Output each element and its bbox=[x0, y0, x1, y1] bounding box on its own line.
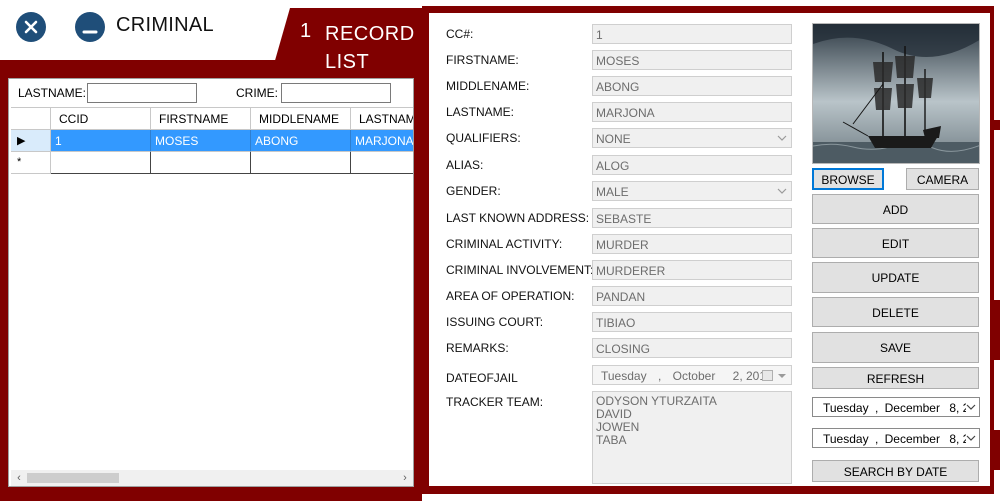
qualifiers-value: NONE bbox=[596, 132, 631, 146]
address-label: LAST KNOWN ADDRESS: bbox=[446, 211, 590, 225]
date-from-day: Tuesday bbox=[823, 401, 869, 415]
detail-form: CC#: 1 FIRSTNAME: MOSES MIDDLENAME: ABON… bbox=[429, 13, 990, 486]
qualifiers-select[interactable]: NONE bbox=[592, 128, 792, 148]
cell-middlename[interactable]: ABONG bbox=[251, 130, 351, 152]
date-to-month: December bbox=[884, 432, 940, 446]
gender-value: MALE bbox=[596, 185, 629, 199]
lastname-filter-input[interactable] bbox=[87, 83, 197, 103]
chevron-down-icon bbox=[777, 135, 787, 141]
dateofjail-label: DATEOFJAIL bbox=[446, 371, 518, 385]
qualifiers-label: QUALIFIERS: bbox=[446, 131, 521, 145]
tracker-line: TABA bbox=[596, 433, 627, 447]
table-row[interactable]: ▶ 1 MOSES ABONG MARJONA bbox=[11, 130, 413, 152]
activity-field[interactable]: MURDER bbox=[592, 234, 792, 254]
dateofjail-month: October bbox=[672, 369, 716, 383]
minimize-icon bbox=[82, 30, 98, 34]
scroll-left-icon[interactable]: ‹ bbox=[12, 471, 26, 485]
record-list-panel: LASTNAME: CRIME: CCID FIRSTNAME MIDDLENA… bbox=[0, 60, 422, 501]
column-header-firstname[interactable]: FIRSTNAME bbox=[151, 108, 251, 130]
new-cell-middlename[interactable] bbox=[251, 152, 351, 174]
new-row[interactable]: * bbox=[11, 152, 413, 174]
chevron-down-icon bbox=[778, 374, 786, 378]
dateofjail-day: Tuesday bbox=[601, 369, 647, 383]
close-button[interactable] bbox=[16, 12, 46, 42]
delete-button[interactable]: DELETE bbox=[812, 297, 979, 327]
date-to-picker[interactable]: Tuesday , December 8, 20 bbox=[812, 428, 980, 448]
chevron-down-icon bbox=[777, 188, 787, 194]
record-list-title: RECORD LIST bbox=[325, 23, 415, 73]
horizontal-scrollbar[interactable]: ‹ › bbox=[11, 470, 413, 486]
edit-button[interactable]: EDIT bbox=[812, 228, 979, 258]
dateofjail-picker[interactable]: Tuesday , October 2, 2018 bbox=[592, 365, 792, 385]
cell-firstname[interactable]: MOSES bbox=[151, 130, 251, 152]
background-window-edge bbox=[994, 0, 1000, 501]
ship-photo bbox=[813, 24, 979, 163]
firstname-field[interactable]: MOSES bbox=[592, 50, 792, 70]
chevron-down-icon bbox=[966, 433, 976, 443]
column-header-lastname[interactable]: LASTNAME bbox=[351, 108, 413, 130]
minimize-button[interactable] bbox=[75, 12, 105, 42]
date-to-day: Tuesday bbox=[823, 432, 869, 446]
camera-button[interactable]: CAMERA bbox=[906, 168, 979, 190]
new-cell-firstname[interactable] bbox=[151, 152, 251, 174]
grid-corner-cell bbox=[11, 108, 51, 130]
scroll-right-icon[interactable]: › bbox=[398, 471, 412, 485]
firstname-label: FIRSTNAME: bbox=[446, 53, 519, 67]
area-field[interactable]: PANDAN bbox=[592, 286, 792, 306]
new-cell-lastname[interactable] bbox=[351, 152, 413, 174]
browse-button[interactable]: BROWSE bbox=[812, 168, 884, 190]
cell-ccid[interactable]: 1 bbox=[51, 130, 151, 152]
add-button[interactable]: ADD bbox=[812, 194, 979, 224]
crime-filter-input[interactable] bbox=[281, 83, 391, 103]
lastname-label: LASTNAME: bbox=[446, 105, 515, 119]
involvement-field[interactable]: MURDERER bbox=[592, 260, 792, 280]
date-from-month: December bbox=[884, 401, 940, 415]
middlename-label: MIDDLENAME: bbox=[446, 79, 530, 93]
court-label: ISSUING COURT: bbox=[446, 315, 544, 329]
save-button[interactable]: SAVE bbox=[812, 332, 979, 363]
app-title: CRIMINAL bbox=[116, 14, 214, 36]
involvement-label: CRIMINAL INVOLVEMENT: bbox=[446, 263, 594, 277]
criminal-photo bbox=[812, 23, 980, 164]
gender-label: GENDER: bbox=[446, 184, 501, 198]
area-label: AREA OF OPERATION: bbox=[446, 289, 575, 303]
tracker-label: TRACKER TEAM: bbox=[446, 395, 544, 409]
cc-label: CC#: bbox=[446, 27, 474, 41]
remarks-field[interactable]: CLOSING bbox=[592, 338, 792, 358]
activity-label: CRIMINAL ACTIVITY: bbox=[446, 237, 563, 251]
address-field[interactable]: SEBASTE bbox=[592, 208, 792, 228]
gender-select[interactable]: MALE bbox=[592, 181, 792, 201]
cc-field[interactable]: 1 bbox=[592, 24, 792, 44]
column-header-ccid[interactable]: CCID bbox=[51, 108, 151, 130]
record-count: 1 bbox=[300, 20, 312, 42]
records-grid[interactable]: CCID FIRSTNAME MIDDLENAME LASTNAME ▶ 1 M… bbox=[11, 107, 413, 469]
search-by-date-button[interactable]: SEARCH BY DATE bbox=[812, 460, 979, 482]
update-button[interactable]: UPDATE bbox=[812, 262, 979, 293]
lastname-field[interactable]: MARJONA bbox=[592, 102, 792, 122]
cell-lastname[interactable]: MARJONA bbox=[351, 130, 413, 152]
refresh-button[interactable]: REFRESH bbox=[812, 367, 979, 389]
new-cell-ccid[interactable] bbox=[51, 152, 151, 174]
date-from-picker[interactable]: Tuesday , December 8, 20 bbox=[812, 397, 980, 417]
grid-header-row: CCID FIRSTNAME MIDDLENAME LASTNAME bbox=[11, 108, 413, 130]
new-row-marker: * bbox=[11, 152, 51, 174]
close-icon bbox=[24, 20, 38, 34]
lastname-filter-label: LASTNAME: bbox=[18, 86, 87, 100]
tracker-team-textarea[interactable]: ODYSON YTURZAITA DAVID JOWEN TABA bbox=[592, 391, 792, 484]
alias-label: ALIAS: bbox=[446, 158, 484, 172]
calendar-checkbox[interactable] bbox=[762, 370, 773, 381]
crime-filter-label: CRIME: bbox=[236, 86, 278, 100]
middlename-field[interactable]: ABONG bbox=[592, 76, 792, 96]
record-list-content: LASTNAME: CRIME: CCID FIRSTNAME MIDDLENA… bbox=[8, 78, 414, 487]
remarks-label: REMARKS: bbox=[446, 341, 509, 355]
scrollbar-thumb[interactable] bbox=[27, 473, 119, 483]
row-marker: ▶ bbox=[11, 130, 51, 152]
column-header-middlename[interactable]: MIDDLENAME bbox=[251, 108, 351, 130]
chevron-down-icon bbox=[966, 402, 976, 412]
detail-panel: CC#: 1 FIRSTNAME: MOSES MIDDLENAME: ABON… bbox=[422, 6, 994, 494]
alias-field[interactable]: ALOG bbox=[592, 155, 792, 175]
court-field[interactable]: TIBIAO bbox=[592, 312, 792, 332]
